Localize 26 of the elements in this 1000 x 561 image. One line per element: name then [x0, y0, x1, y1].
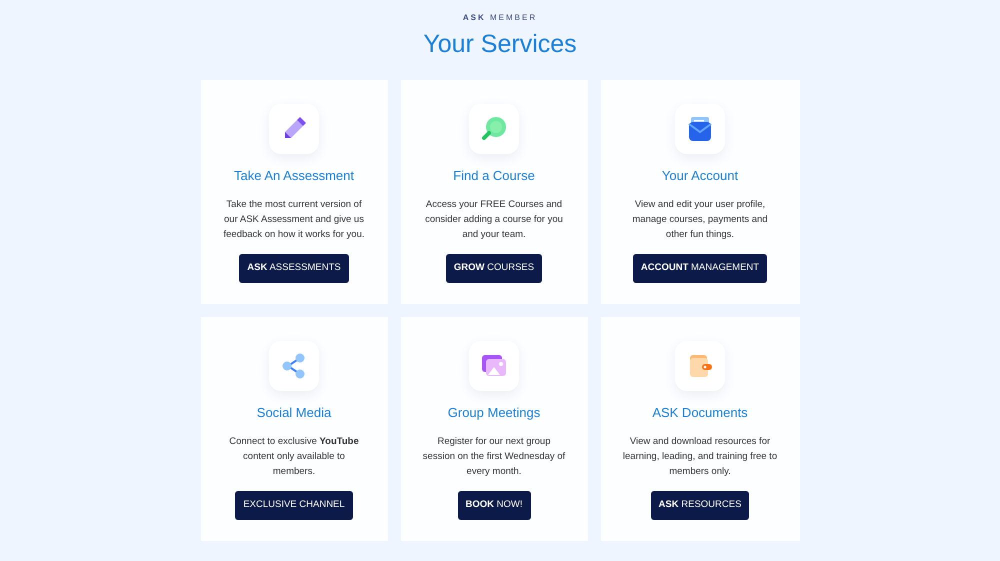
- card-description: Access your FREE Courses and consider adding a course for you and your team.: [424, 198, 564, 242]
- action-button[interactable]: ASK ASSESSMENTS: [239, 254, 349, 283]
- action-button[interactable]: GROW COURSES: [446, 254, 542, 283]
- card-title: Social Media: [256, 404, 332, 422]
- card-title: Take An Assessment: [234, 166, 354, 184]
- action-button[interactable]: ACCOUNT MANAGEMENT: [632, 254, 768, 283]
- card-description: View and download resources for learning, leading, and training free to members only.: [622, 435, 778, 479]
- pencil-icon: [282, 116, 306, 140]
- card-title: Group Meetings: [448, 404, 540, 422]
- wallet-icon: [687, 352, 713, 378]
- card-title: ASK Documents: [652, 404, 748, 422]
- card-description: Register for our next group session on the first Wednesday of every month.: [422, 435, 566, 479]
- card-title: Find a Course: [453, 166, 535, 184]
- share-icon: [281, 352, 307, 378]
- card-description: Connect to exclusive YouTube content only available to members.: [228, 435, 360, 479]
- card-description: View and edit your user profile, manage courses, payments and other fun things.: [631, 198, 769, 242]
- page-title: Your Services: [423, 29, 577, 60]
- images-icon: [481, 352, 507, 378]
- action-button[interactable]: ASK RESOURCES: [650, 491, 750, 520]
- eyebrow-text: ASK MEMBER: [462, 12, 538, 24]
- card-description: Take the most current version of our ASK Assessment and give us feedback on how it works for you.: [222, 198, 366, 242]
- action-button[interactable]: BOOK NOW!: [458, 491, 530, 520]
- inbox-icon: [687, 116, 713, 142]
- magnifier-icon: [481, 116, 507, 142]
- action-button[interactable]: EXCLUSIVE CHANNEL: [235, 491, 353, 520]
- card-title: Your Account: [662, 166, 738, 184]
